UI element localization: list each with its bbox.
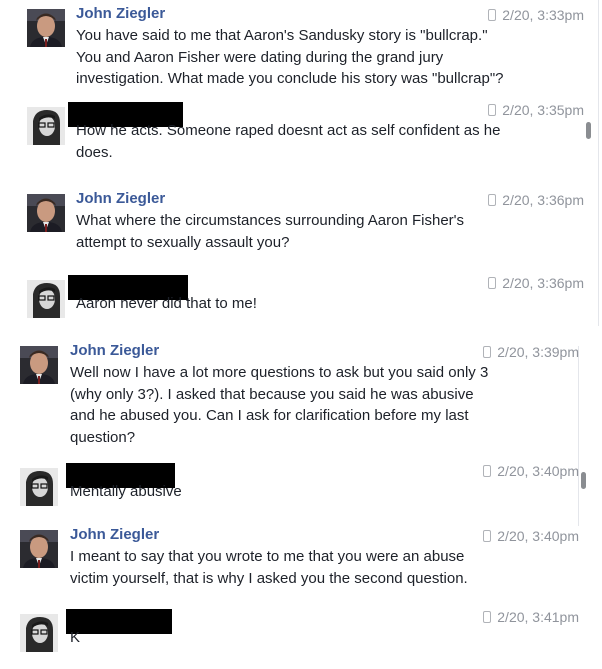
- timestamp-text: 2/20, 3:36pm: [502, 192, 584, 208]
- timestamp-text: 2/20, 3:33pm: [502, 7, 584, 23]
- message-timestamp: 2/20, 3:36pm: [488, 275, 584, 291]
- message-timestamp: 2/20, 3:40pm: [483, 463, 579, 479]
- panel-edge: [578, 346, 579, 526]
- message-timestamp: 2/20, 3:36pm: [488, 192, 584, 208]
- message-text-line: attempt to sexually assault you?: [76, 233, 290, 251]
- chat-panel-top: John Ziegler 2/20, 3:33pm You have said to…: [0, 0, 599, 327]
- message-timestamp: 2/20, 3:39pm: [483, 344, 579, 360]
- message-timestamp: 2/20, 3:41pm: [483, 609, 579, 625]
- message-text-line: I meant to say that you wrote to me that…: [70, 548, 465, 565]
- mobile-phone-icon: [483, 346, 492, 358]
- message-timestamp: 2/20, 3:33pm: [488, 7, 584, 23]
- mobile-phone-icon: [483, 465, 492, 477]
- message-timestamp: 2/20, 3:40pm: [483, 528, 579, 544]
- message-text-line: victim yourself, that is why I asked you…: [70, 569, 468, 587]
- avatar[interactable]: [27, 107, 65, 145]
- message-text-line: investigation. What made you conclude hi…: [76, 70, 504, 87]
- message-timestamp: 2/20, 3:35pm: [488, 102, 584, 118]
- message-text-line: and he abused you. Can I ask for clarifi…: [70, 407, 469, 424]
- timestamp-text: 2/20, 3:35pm: [502, 102, 584, 118]
- sender-name[interactable]: John Ziegler: [70, 526, 159, 544]
- message-text-line: Aaron never did that to me!: [76, 295, 257, 312]
- mobile-phone-icon: [483, 530, 492, 542]
- avatar[interactable]: [27, 9, 65, 47]
- avatar[interactable]: [20, 614, 58, 652]
- sender-name[interactable]: John Ziegler: [76, 190, 165, 208]
- message-text-line: Well now I have a lot more questions to …: [70, 364, 489, 381]
- scrollbar-thumb[interactable]: [581, 472, 586, 489]
- redacted-sender-name: [66, 609, 172, 634]
- avatar[interactable]: [20, 468, 58, 506]
- message-text-line: You and Aaron Fisher were dating during …: [76, 48, 444, 66]
- timestamp-text: 2/20, 3:39pm: [497, 344, 579, 360]
- mobile-phone-icon: [488, 104, 497, 116]
- avatar[interactable]: [27, 194, 65, 232]
- message-text-line: You have said to me that Aaron's Sandusk…: [76, 27, 488, 44]
- mobile-phone-icon: [488, 194, 497, 206]
- message-text-line: What where the circumstances surrounding…: [76, 212, 465, 229]
- scrollbar-thumb[interactable]: [586, 122, 591, 139]
- mobile-phone-icon: [483, 611, 492, 623]
- chat-panel-bottom: John Ziegler 2/20, 3:39pm Well now I have …: [0, 326, 602, 669]
- timestamp-text: 2/20, 3:40pm: [497, 463, 579, 479]
- mobile-phone-icon: [488, 277, 497, 289]
- timestamp-text: 2/20, 3:36pm: [502, 275, 584, 291]
- avatar[interactable]: [20, 530, 58, 568]
- timestamp-text: 2/20, 3:40pm: [497, 528, 579, 544]
- avatar[interactable]: [20, 346, 58, 384]
- sender-name[interactable]: John Ziegler: [76, 5, 165, 23]
- message-text-line: How he acts. Someone raped doesnt act as…: [76, 122, 501, 139]
- message-text-line: does.: [76, 143, 113, 161]
- avatar[interactable]: [27, 280, 65, 318]
- message-text-line: (why only 3?). I asked that because you …: [70, 385, 474, 403]
- message-text-line: question?: [70, 428, 136, 446]
- message-text-line: Mentally abusive: [70, 483, 182, 500]
- mobile-phone-icon: [488, 9, 497, 21]
- timestamp-text: 2/20, 3:41pm: [497, 609, 579, 625]
- message-text-line: K: [70, 629, 81, 646]
- sender-name[interactable]: John Ziegler: [70, 342, 159, 360]
